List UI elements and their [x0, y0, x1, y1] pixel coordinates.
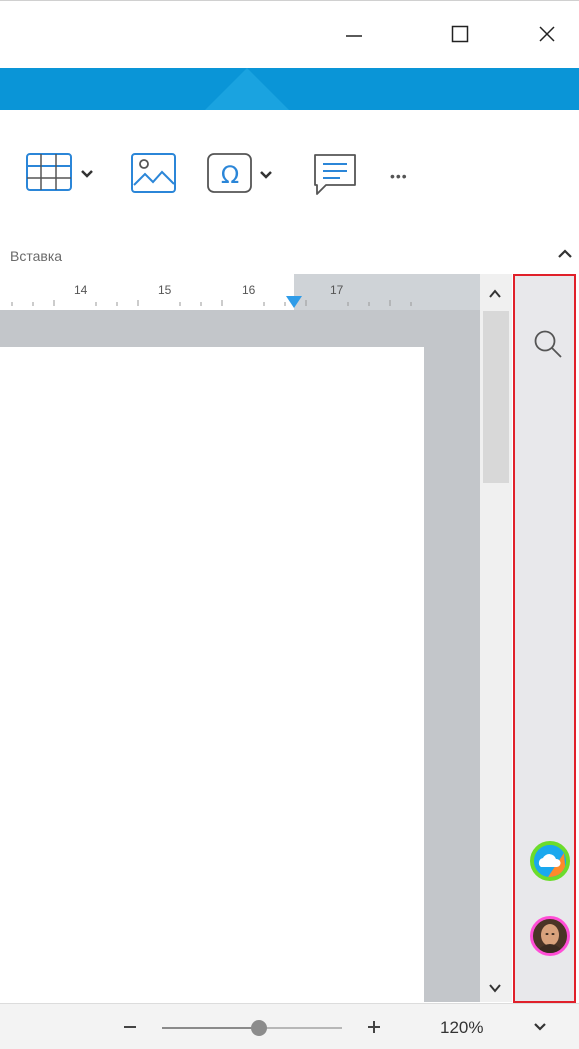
- zoom-level[interactable]: 120%: [440, 1018, 483, 1038]
- document-page[interactable]: [0, 347, 424, 1007]
- omega-icon: Ω: [207, 152, 253, 199]
- minimize-button[interactable]: [334, 18, 374, 54]
- title-bar: [0, 0, 579, 68]
- maximize-icon: [450, 24, 470, 49]
- close-icon: [537, 24, 557, 49]
- image-icon: [131, 152, 177, 199]
- scroll-down-icon[interactable]: [486, 980, 504, 996]
- maximize-button[interactable]: [440, 18, 480, 54]
- table-icon: [26, 152, 74, 197]
- minimize-icon: [344, 24, 364, 49]
- header-band: [0, 68, 579, 110]
- insert-table-button[interactable]: [26, 152, 94, 197]
- scrollbar-thumb[interactable]: [483, 311, 509, 483]
- active-tab-indicator: [205, 68, 289, 110]
- search-icon: [532, 328, 564, 365]
- user-avatar[interactable]: [530, 916, 570, 956]
- ruler-label: 15: [158, 283, 172, 297]
- collapse-ribbon-button[interactable]: [554, 244, 576, 266]
- ruler-label: 14: [74, 283, 88, 297]
- scroll-up-icon[interactable]: [486, 286, 504, 302]
- minus-icon: [122, 1018, 138, 1039]
- ruler-ticks: [11, 300, 412, 306]
- insert-image-button[interactable]: [131, 152, 177, 199]
- status-bar: [0, 1003, 579, 1049]
- more-icon: •••: [390, 168, 408, 184]
- zoom-out-button[interactable]: [118, 1016, 142, 1040]
- chevron-down-icon: [80, 166, 94, 184]
- chevron-down-icon: [259, 167, 273, 185]
- ribbon-group-label: Вставка: [10, 248, 63, 264]
- search-button[interactable]: [530, 328, 566, 364]
- chevron-up-icon: [557, 246, 573, 264]
- zoom-slider-fill: [162, 1027, 260, 1029]
- zoom-slider-thumb[interactable]: [251, 1020, 267, 1036]
- plus-icon: [366, 1018, 382, 1039]
- cloud-avatar[interactable]: [530, 841, 570, 881]
- zoom-menu-button[interactable]: [528, 1016, 552, 1040]
- insert-symbol-button[interactable]: Ω: [207, 152, 273, 199]
- ruler-label: 17: [330, 283, 344, 297]
- more-button[interactable]: •••: [390, 168, 408, 184]
- close-button[interactable]: [527, 18, 567, 54]
- insert-comment-button[interactable]: [312, 152, 358, 203]
- chevron-down-icon: [533, 1019, 547, 1037]
- side-panel: [513, 274, 576, 1003]
- comment-icon: [312, 152, 358, 203]
- svg-text:Ω: Ω: [221, 161, 239, 189]
- zoom-in-button[interactable]: [362, 1016, 386, 1040]
- ruler-label: 16: [242, 283, 256, 297]
